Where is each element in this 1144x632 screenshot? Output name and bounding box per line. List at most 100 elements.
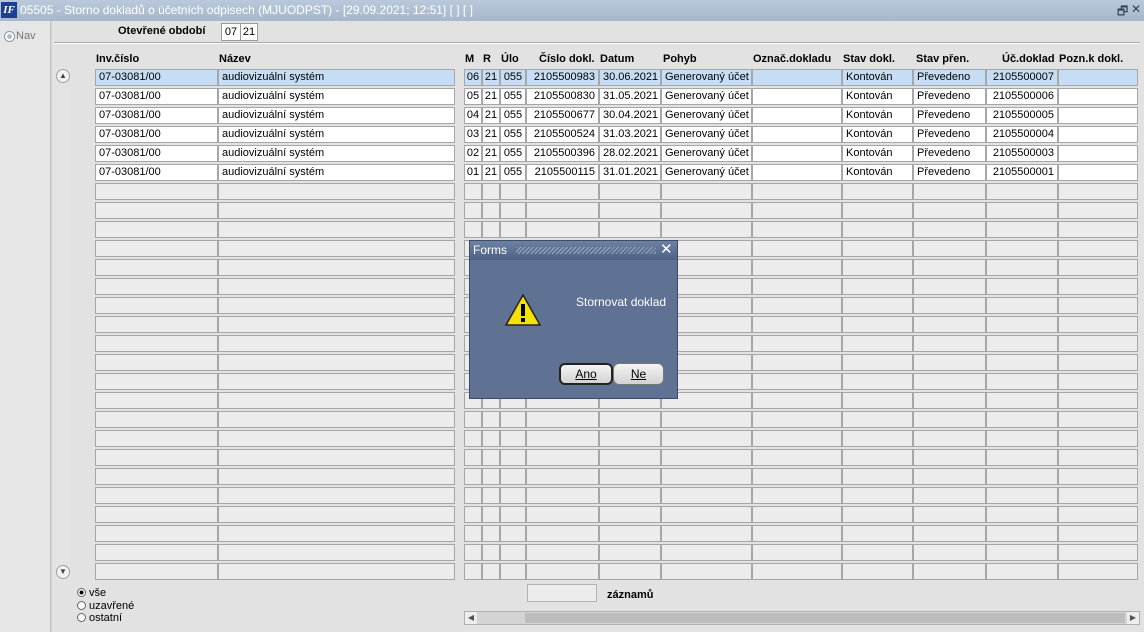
- cell-pozn[interactable]: [1058, 88, 1138, 105]
- radio-ostatni-icon[interactable]: [77, 613, 86, 622]
- empty-cell-ucdoklad[interactable]: [986, 297, 1058, 314]
- empty-cell-m[interactable]: [464, 506, 482, 523]
- close-window-icon[interactable]: ✕: [1131, 2, 1141, 16]
- cell-datum[interactable]: 31.03.2021: [599, 126, 661, 143]
- cell-m[interactable]: 03: [464, 126, 482, 143]
- empty-cell-pozn[interactable]: [1058, 506, 1138, 523]
- empty-cell-prenos[interactable]: [913, 392, 986, 409]
- empty-cell-pozn[interactable]: [1058, 525, 1138, 542]
- vertical-scrollbar[interactable]: [56, 68, 70, 580]
- cell-pohyb[interactable]: Generovaný účet: [661, 145, 752, 162]
- empty-cell-inv[interactable]: [95, 202, 218, 219]
- empty-cell-pohyb[interactable]: [661, 506, 752, 523]
- empty-cell-oznac[interactable]: [752, 487, 842, 504]
- cell-pohyb[interactable]: Generovaný účet: [661, 126, 752, 143]
- empty-cell-inv[interactable]: [95, 544, 218, 561]
- cell-prenos[interactable]: Převedeno: [913, 126, 986, 143]
- empty-cell-cislo[interactable]: [526, 563, 599, 580]
- empty-cell-datum[interactable]: [599, 506, 661, 523]
- empty-cell-ucdoklad[interactable]: [986, 259, 1058, 276]
- empty-cell-ucdoklad[interactable]: [986, 373, 1058, 390]
- cell-nazev[interactable]: audiovizuální systém: [218, 107, 455, 124]
- empty-cell-cislo[interactable]: [526, 525, 599, 542]
- empty-cell-ucdoklad[interactable]: [986, 525, 1058, 542]
- cell-m[interactable]: 06: [464, 69, 482, 86]
- empty-cell-nazev[interactable]: [218, 183, 455, 200]
- empty-cell-stav[interactable]: [842, 487, 913, 504]
- empty-cell-r[interactable]: [482, 202, 500, 219]
- cell-nazev[interactable]: audiovizuální systém: [218, 69, 455, 86]
- empty-cell-ucdoklad[interactable]: [986, 449, 1058, 466]
- empty-cell-oznac[interactable]: [752, 506, 842, 523]
- cell-ucdoklad[interactable]: 2105500001: [986, 164, 1058, 181]
- empty-cell-nazev[interactable]: [218, 563, 455, 580]
- empty-cell-stav[interactable]: [842, 316, 913, 333]
- empty-cell-prenos[interactable]: [913, 506, 986, 523]
- empty-cell-prenos[interactable]: [913, 411, 986, 428]
- empty-cell-stav[interactable]: [842, 259, 913, 276]
- empty-cell-datum[interactable]: [599, 449, 661, 466]
- cell-ucdoklad[interactable]: 2105500005: [986, 107, 1058, 124]
- cell-stav[interactable]: Kontován: [842, 145, 913, 162]
- cell-stav[interactable]: Kontován: [842, 69, 913, 86]
- cell-oznac[interactable]: [752, 145, 842, 162]
- empty-cell-inv[interactable]: [95, 373, 218, 390]
- radio-vse-icon[interactable]: [77, 588, 86, 597]
- cell-prenos[interactable]: Převedeno: [913, 164, 986, 181]
- empty-cell-oznac[interactable]: [752, 373, 842, 390]
- empty-cell-ucdoklad[interactable]: [986, 335, 1058, 352]
- empty-cell-inv[interactable]: [95, 525, 218, 542]
- cell-oznac[interactable]: [752, 164, 842, 181]
- empty-cell-oznac[interactable]: [752, 468, 842, 485]
- cell-stav[interactable]: Kontován: [842, 88, 913, 105]
- empty-cell-cislo[interactable]: [526, 430, 599, 447]
- cell-cislo[interactable]: 2105500524: [526, 126, 599, 143]
- empty-cell-r[interactable]: [482, 449, 500, 466]
- empty-cell-ucdoklad[interactable]: [986, 468, 1058, 485]
- empty-cell-datum[interactable]: [599, 468, 661, 485]
- empty-cell-stav[interactable]: [842, 525, 913, 542]
- period-month-field[interactable]: 07: [221, 23, 241, 41]
- empty-cell-oznac[interactable]: [752, 525, 842, 542]
- empty-cell-inv[interactable]: [95, 506, 218, 523]
- empty-cell-ucdoklad[interactable]: [986, 487, 1058, 504]
- empty-cell-nazev[interactable]: [218, 468, 455, 485]
- empty-cell-m[interactable]: [464, 544, 482, 561]
- cell-cislo[interactable]: 2105500983: [526, 69, 599, 86]
- empty-cell-stav[interactable]: [842, 506, 913, 523]
- dialog-drag-handle[interactable]: [516, 247, 656, 254]
- cell-stav[interactable]: Kontován: [842, 164, 913, 181]
- empty-cell-m[interactable]: [464, 468, 482, 485]
- cell-prenos[interactable]: Převedeno: [913, 107, 986, 124]
- empty-cell-pozn[interactable]: [1058, 373, 1138, 390]
- empty-cell-ucdoklad[interactable]: [986, 278, 1058, 295]
- empty-cell-pozn[interactable]: [1058, 297, 1138, 314]
- empty-cell-stav[interactable]: [842, 430, 913, 447]
- cell-inv[interactable]: 07-03081/00: [95, 164, 218, 181]
- empty-cell-oznac[interactable]: [752, 411, 842, 428]
- empty-cell-datum[interactable]: [599, 487, 661, 504]
- empty-cell-pozn[interactable]: [1058, 468, 1138, 485]
- cell-inv[interactable]: 07-03081/00: [95, 88, 218, 105]
- empty-cell-datum[interactable]: [599, 430, 661, 447]
- empty-cell-prenos[interactable]: [913, 525, 986, 542]
- empty-cell-pozn[interactable]: [1058, 563, 1138, 580]
- empty-cell-oznac[interactable]: [752, 278, 842, 295]
- empty-cell-nazev[interactable]: [218, 354, 455, 371]
- empty-cell-m[interactable]: [464, 411, 482, 428]
- cell-pozn[interactable]: [1058, 107, 1138, 124]
- nav-radio-icon[interactable]: [4, 31, 15, 42]
- dialog-close-icon[interactable]: ✕: [660, 241, 673, 259]
- cell-datum[interactable]: 30.04.2021: [599, 107, 661, 124]
- scroll-down-icon[interactable]: ▼: [56, 565, 70, 579]
- empty-cell-prenos[interactable]: [913, 259, 986, 276]
- empty-cell-prenos[interactable]: [913, 487, 986, 504]
- empty-cell-nazev[interactable]: [218, 221, 455, 238]
- empty-cell-cislo[interactable]: [526, 411, 599, 428]
- cell-cislo[interactable]: 2105500830: [526, 88, 599, 105]
- empty-cell-stav[interactable]: [842, 544, 913, 561]
- empty-cell-nazev[interactable]: [218, 544, 455, 561]
- empty-cell-cislo[interactable]: [526, 468, 599, 485]
- cell-datum[interactable]: 31.01.2021: [599, 164, 661, 181]
- filter-option-vse[interactable]: vše: [77, 587, 106, 599]
